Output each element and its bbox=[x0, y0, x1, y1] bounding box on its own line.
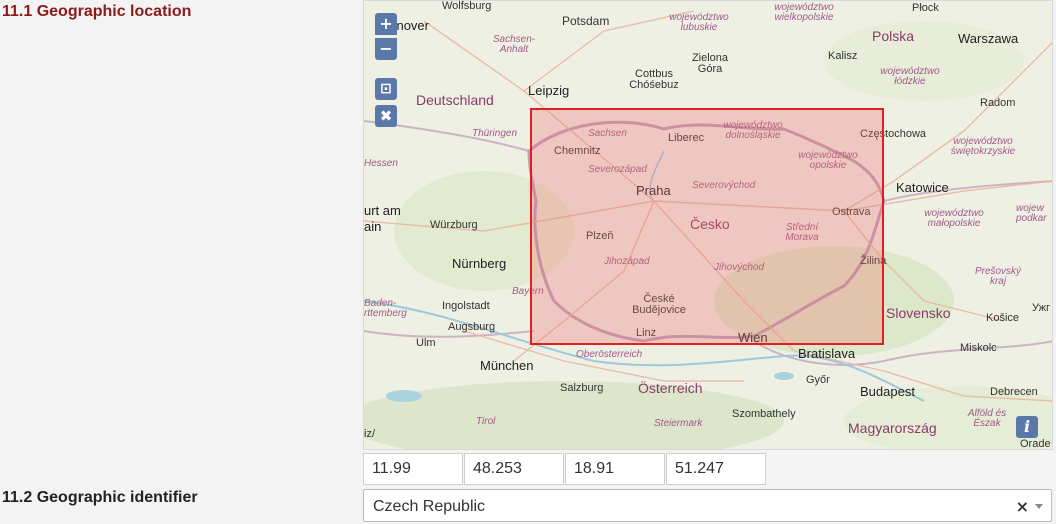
clear-bbox-icon[interactable]: ✖ bbox=[375, 105, 397, 127]
map-label-zielona-gora: Zielona Góra bbox=[691, 52, 729, 75]
map-label-plock: Płock bbox=[912, 2, 939, 14]
map-label-tirol: Tirol bbox=[476, 416, 496, 427]
map-label-kalisz: Kalisz bbox=[828, 50, 858, 62]
map-label-osterreich: Österreich bbox=[638, 380, 703, 396]
map-label-iz: iz/ bbox=[364, 428, 375, 440]
map-label-swietokrzyskie: województwo świętokrzyskie bbox=[950, 136, 1016, 157]
map-view[interactable]: Wolfsburg annover Potsdam województwo lu… bbox=[363, 0, 1053, 450]
map-label-ulm: Ulm bbox=[416, 337, 436, 349]
bbox-south-input[interactable] bbox=[464, 453, 564, 485]
map-label-baden: Baden-rttemberg bbox=[364, 298, 407, 319]
map-label-szombathely: Szombathely bbox=[732, 408, 796, 420]
map-label-katowice: Katowice bbox=[896, 180, 949, 195]
map-label-orade: Orade bbox=[1020, 438, 1051, 450]
map-label-bratislava: Bratislava bbox=[798, 346, 856, 361]
map-label-potsdam: Potsdam bbox=[562, 14, 610, 28]
map-label-lodzkie: województwo łódzkie bbox=[880, 66, 940, 87]
clear-selection-icon[interactable]: × bbox=[1016, 497, 1029, 516]
map-label-malopolskie: województwo małopolskie bbox=[924, 208, 984, 229]
map-label-budapest: Budapest bbox=[860, 384, 915, 399]
map-label-thuringen: Thüringen bbox=[472, 128, 518, 139]
map-label-lubuskie: województwo lubuskie bbox=[669, 12, 729, 33]
map-label-radom: Radom bbox=[980, 97, 1016, 109]
map-label-nurnberg: Nürnberg bbox=[452, 256, 507, 271]
map-label-debrecen: Debrecen bbox=[990, 386, 1038, 398]
geographic-identifier-select[interactable]: Czech Republic × bbox=[363, 489, 1052, 522]
map-label-miskolc: Miskolc bbox=[960, 342, 997, 354]
bbox-west-input[interactable] bbox=[363, 453, 463, 485]
info-icon[interactable]: i bbox=[1016, 416, 1038, 438]
bbox-east-input[interactable] bbox=[565, 453, 665, 485]
map-label-presov: Prešovský kraj bbox=[974, 266, 1022, 287]
map-label-leipzig: Leipzig bbox=[528, 83, 570, 98]
zoom-out-button[interactable]: − bbox=[375, 38, 397, 60]
map-label-frankfurt: urt am bbox=[364, 203, 401, 218]
map-label-cottbus: Cottbus Chóśebuz bbox=[629, 68, 679, 91]
map-label-wielkopolskie: województwo wielkopolskie bbox=[774, 2, 834, 23]
map-label-wolfsburg: Wolfsburg bbox=[442, 0, 492, 12]
map-label-wurzburg: Würzburg bbox=[430, 219, 478, 231]
map-label-augsburg: Augsburg bbox=[448, 321, 496, 333]
map-label-sachsen-anhalt: Sachsen-Anhalt bbox=[492, 34, 536, 55]
map-label-hessen: Hessen bbox=[364, 158, 398, 169]
bbox-north-input[interactable] bbox=[666, 453, 766, 485]
map-label-oberosterreich: Oberösterreich bbox=[576, 349, 643, 360]
map-label-uzhgorod: Ужг bbox=[1032, 302, 1050, 314]
map-label-deutschland: Deutschland bbox=[416, 92, 494, 108]
draw-bbox-icon[interactable]: ⊡ bbox=[375, 78, 397, 100]
map-label-slovensko: Slovensko bbox=[886, 305, 951, 321]
map-label-podkarpackie: wojew podkar bbox=[1016, 203, 1047, 224]
map-label-polska: Polska bbox=[872, 28, 915, 44]
chevron-down-icon[interactable] bbox=[1035, 504, 1043, 509]
map-label-gyor: Győr bbox=[806, 374, 830, 386]
geographic-location-title: 11.1 Geographic location bbox=[2, 3, 192, 20]
map-label-warszawa: Warszawa bbox=[958, 31, 1019, 46]
bounding-box-rectangle[interactable] bbox=[530, 108, 884, 345]
map-label-salzburg: Salzburg bbox=[560, 382, 604, 394]
map-label-alfold: Alföld és Észak bbox=[967, 408, 1007, 429]
geographic-identifier-title: 11.2 Geographic identifier bbox=[2, 489, 198, 506]
map-label-magyarorszag: Magyarország bbox=[848, 420, 937, 436]
zoom-in-button[interactable]: + bbox=[375, 13, 397, 35]
map-label-main: ain bbox=[364, 219, 382, 234]
map-label-ingolstadt: Ingolstadt bbox=[442, 300, 490, 312]
map-label-kosice: Košice bbox=[986, 312, 1020, 324]
map-label-munchen: München bbox=[480, 358, 534, 373]
map-label-steiermark: Steiermark bbox=[654, 418, 703, 429]
selected-identifier-value: Czech Republic bbox=[373, 498, 486, 515]
